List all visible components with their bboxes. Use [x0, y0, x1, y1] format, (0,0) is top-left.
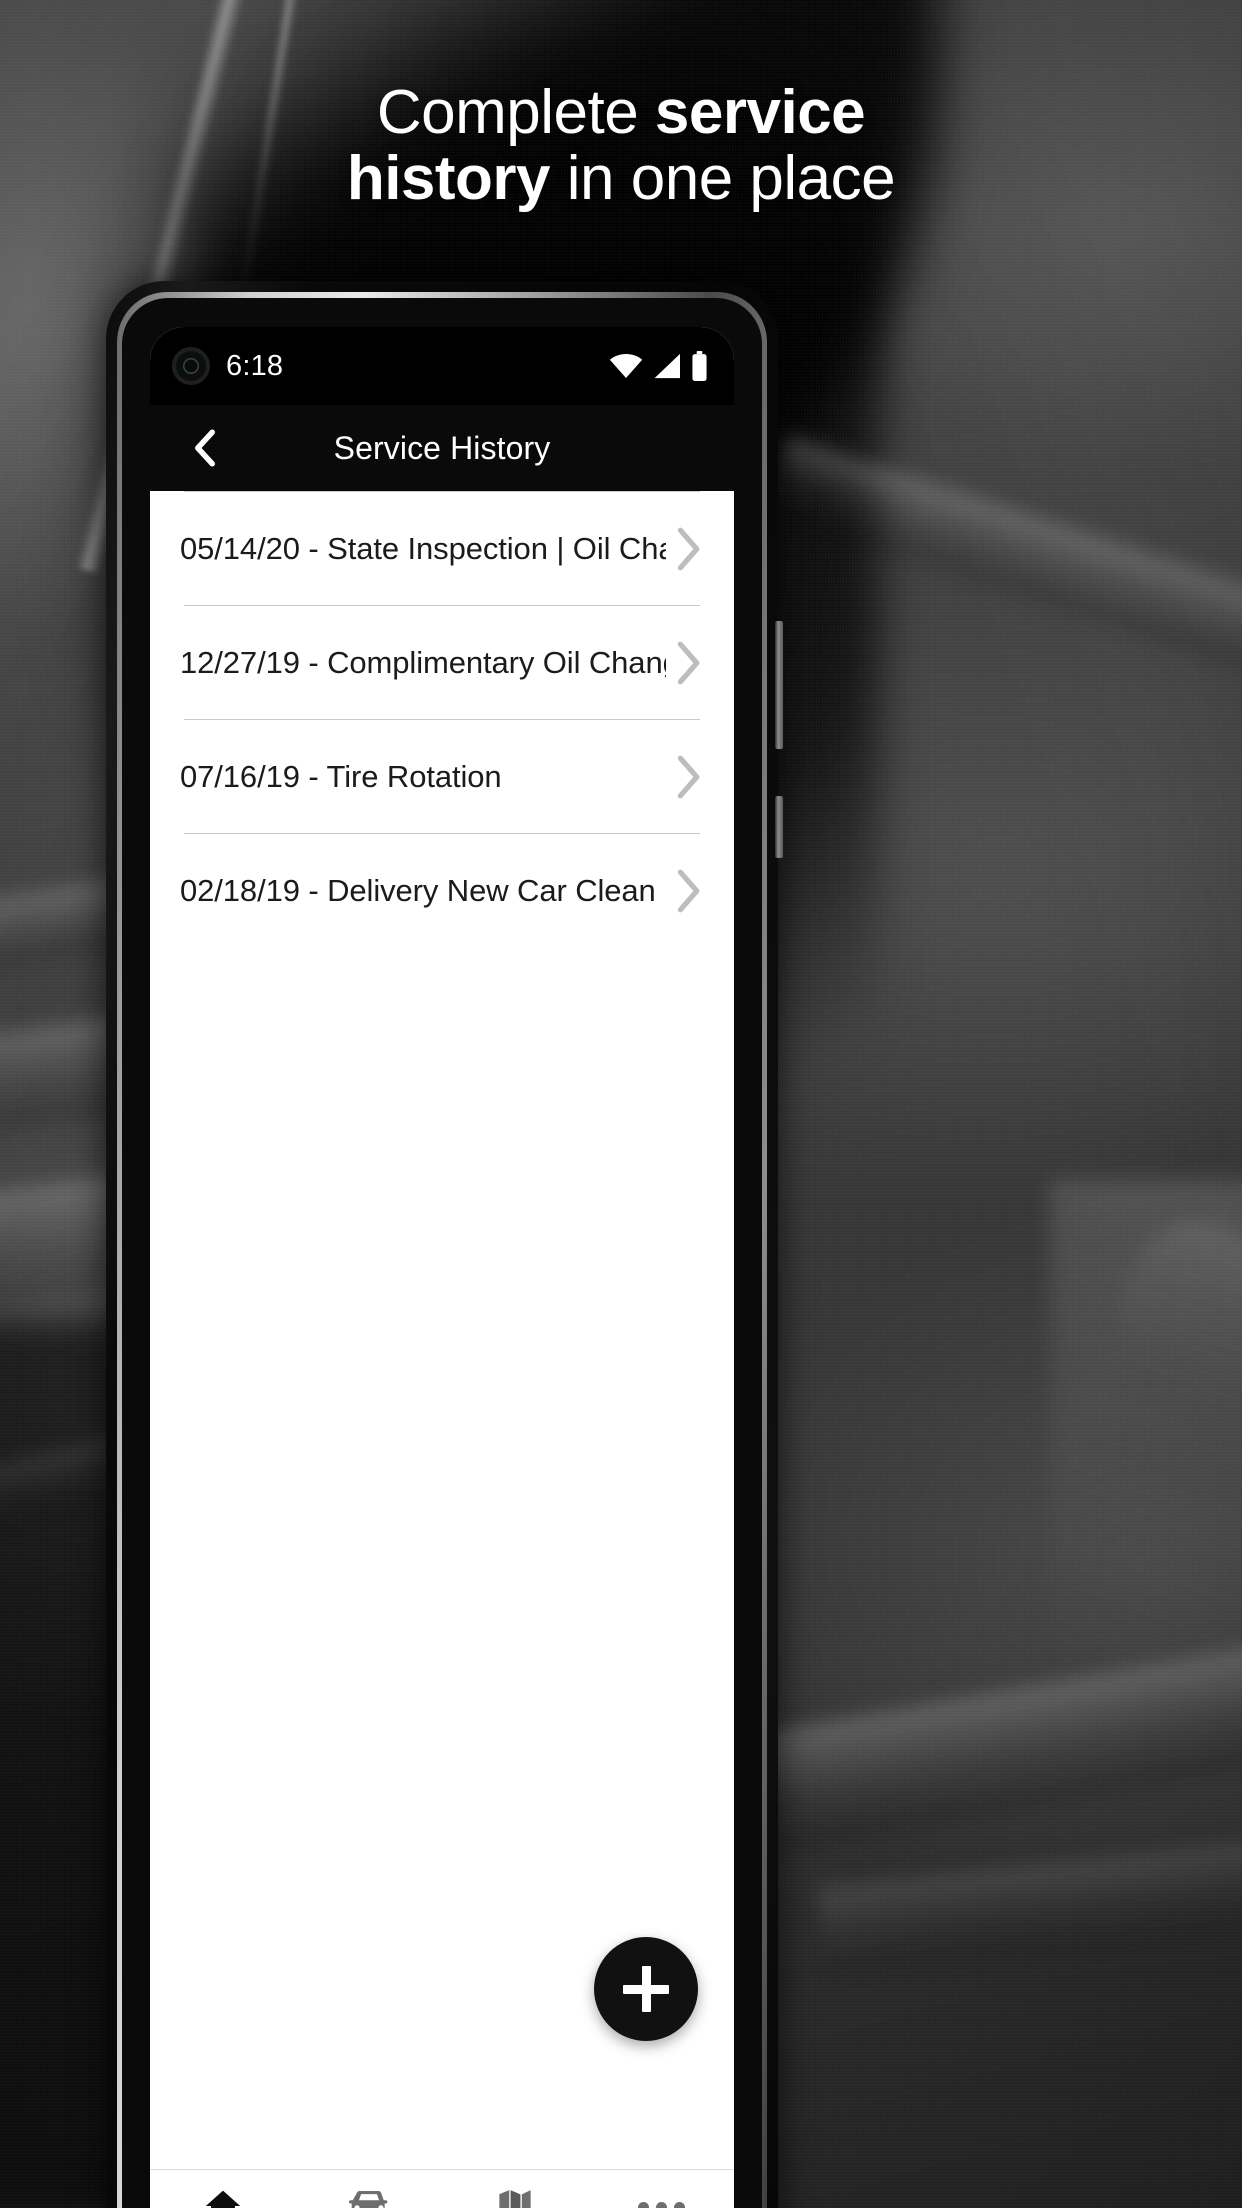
more-dot-3	[673, 2201, 685, 2208]
chevron-right-icon	[677, 641, 700, 684]
page-title: Service History	[333, 429, 551, 466]
car-icon	[348, 2188, 390, 2208]
screen-content: 05/14/20 - State Inspection | Oil Change…	[150, 491, 734, 2169]
service-history-list: 05/14/20 - State Inspection | Oil Change…	[150, 491, 734, 947]
phone-mockup: 6:18 Service History 05/14/20 - State In…	[106, 281, 783, 2208]
nav-item-locations[interactable]: Locations	[442, 2170, 588, 2208]
nav-item-home[interactable]: Home	[150, 2170, 296, 2208]
chevron-right-icon	[677, 869, 700, 912]
list-item[interactable]: 05/14/20 - State Inspection | Oil Change	[152, 492, 732, 605]
promo-headline-normal-2: in one place	[550, 143, 896, 213]
screenshot-root: Complete service history in one place 6:…	[0, 0, 1242, 2208]
plus-icon-vertical	[641, 1966, 651, 2012]
cellular-signal-icon	[654, 353, 680, 379]
camera-punch-hole-icon	[172, 347, 210, 385]
promo-headline-bold-1: service	[654, 78, 866, 147]
status-bar-icons	[609, 351, 708, 381]
back-button[interactable]	[176, 405, 232, 491]
home-icon	[203, 2188, 243, 2208]
list-item[interactable]: 07/16/19 - Tire Rotation	[152, 720, 732, 833]
app-bar: Service History	[150, 405, 734, 491]
phone-screen-bezel: 6:18 Service History 05/14/20 - State In…	[122, 298, 762, 2208]
list-item-label: 07/16/19 - Tire Rotation	[180, 758, 502, 794]
nav-item-my-car[interactable]: My Car	[296, 2170, 442, 2208]
list-item-label: 05/14/20 - State Inspection | Oil Change	[180, 530, 666, 566]
phone-power-button[interactable]	[775, 796, 783, 858]
promo-headline-line-2: history in one place	[120, 143, 1122, 213]
status-bar-clock: 6:18	[226, 349, 284, 382]
app-screen: 6:18 Service History 05/14/20 - State In…	[150, 327, 734, 2208]
add-service-record-fab[interactable]	[594, 1937, 698, 2041]
map-icon	[498, 2188, 532, 2208]
more-dot-1	[637, 2201, 649, 2208]
more-dot-2	[655, 2201, 667, 2208]
promo-headline-normal-1: Complete	[376, 78, 655, 147]
list-item-label: 12/27/19 - Complimentary Oil Change	[180, 644, 666, 680]
status-bar: 6:18	[150, 327, 734, 405]
wifi-icon	[609, 353, 643, 379]
promo-headline-line-1: Complete service	[120, 80, 1122, 146]
promo-headline-bold-2: history	[346, 143, 551, 213]
battery-icon	[692, 351, 707, 381]
bottom-navigation-bar: Home My Car	[150, 2169, 734, 2208]
chevron-right-icon	[677, 755, 700, 798]
list-item-label: 02/18/19 - Delivery New Car Clean	[180, 872, 656, 908]
list-item[interactable]: 12/27/19 - Complimentary Oil Change	[152, 606, 732, 719]
nav-item-more[interactable]: More	[588, 2170, 734, 2208]
chevron-left-icon	[195, 429, 215, 467]
more-dots-icon	[637, 2188, 685, 2208]
promo-headline: Complete service history in one place	[0, 80, 1242, 211]
list-item[interactable]: 02/18/19 - Delivery New Car Clean	[152, 834, 732, 947]
chevron-right-icon	[677, 527, 700, 570]
phone-volume-button[interactable]	[775, 621, 783, 749]
